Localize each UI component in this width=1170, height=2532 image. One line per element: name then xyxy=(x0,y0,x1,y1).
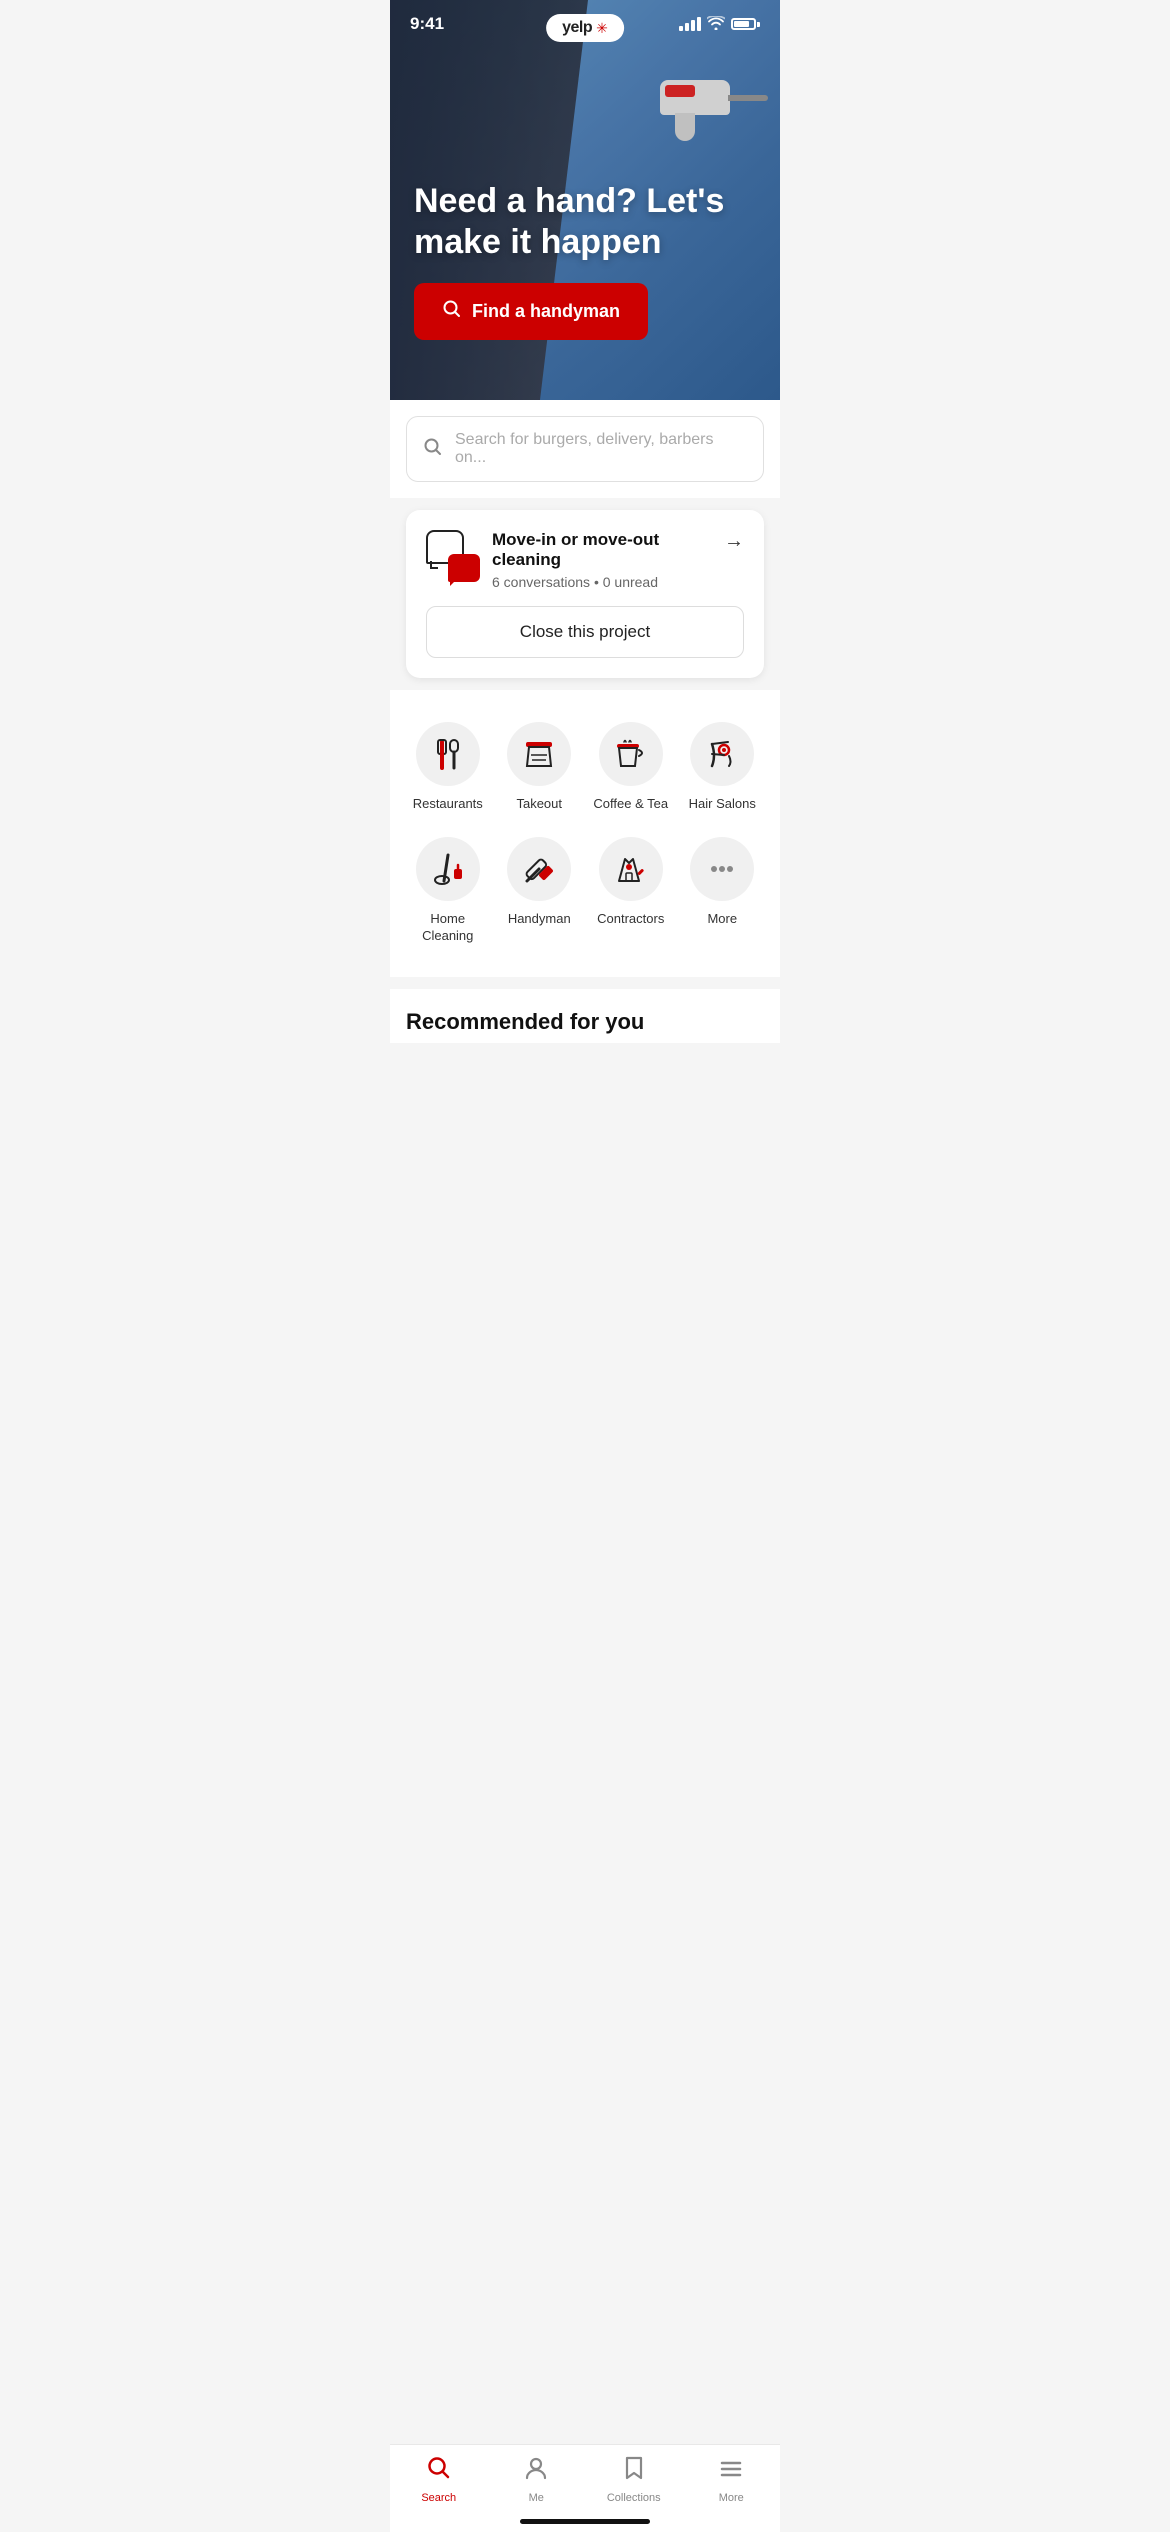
category-hair-salons[interactable]: Hair Salons xyxy=(681,714,765,821)
category-label-handyman: Handyman xyxy=(508,911,571,928)
yelp-star: ✳ xyxy=(596,20,608,37)
search-section: Search for burgers, delivery, barbers on… xyxy=(390,400,780,498)
nav-collections-label: Collections xyxy=(607,2492,661,2504)
nav-me[interactable]: Me xyxy=(488,2455,586,2504)
search-bar[interactable]: Search for burgers, delivery, barbers on… xyxy=(406,416,764,482)
category-coffee[interactable]: Coffee & Tea xyxy=(589,714,673,821)
category-more[interactable]: More xyxy=(681,829,765,953)
recommended-section: Recommended for you xyxy=(390,989,780,1043)
takeout-icon-wrap xyxy=(507,722,571,786)
yelp-text: yelp xyxy=(562,19,592,37)
recommended-title: Recommended for you xyxy=(406,1009,764,1035)
handyman-icon-wrap xyxy=(507,837,571,901)
search-icon xyxy=(442,299,462,324)
hair-icon-wrap xyxy=(690,722,754,786)
nav-me-label: Me xyxy=(529,2492,544,2504)
nav-more-label: More xyxy=(719,2492,744,2504)
project-meta: 6 conversations • 0 unread xyxy=(492,574,724,590)
yelp-logo: yelp ✳ xyxy=(546,14,624,42)
arrow-icon[interactable]: → xyxy=(724,530,744,553)
restaurant-icon-wrap xyxy=(416,722,480,786)
search-nav-icon xyxy=(426,2455,452,2488)
signal-icon xyxy=(679,17,701,31)
category-label-coffee: Coffee & Tea xyxy=(593,796,668,813)
category-label-hair: Hair Salons xyxy=(689,796,756,813)
coffee-icon-wrap xyxy=(599,722,663,786)
project-text: Move-in or move-out cleaning 6 conversat… xyxy=(492,530,724,590)
menu-nav-icon xyxy=(718,2455,744,2488)
project-header: Move-in or move-out cleaning 6 conversat… xyxy=(426,530,744,590)
category-takeout[interactable]: Takeout xyxy=(498,714,582,821)
status-bar: 9:41 yelp ✳ xyxy=(390,0,780,42)
category-restaurants[interactable]: Restaurants xyxy=(406,714,490,821)
close-project-button[interactable]: Close this project xyxy=(426,606,744,658)
status-time: 9:41 xyxy=(410,14,444,34)
category-handyman[interactable]: Handyman xyxy=(498,829,582,953)
nav-collections[interactable]: Collections xyxy=(585,2455,683,2504)
category-contractors[interactable]: Contractors xyxy=(589,829,673,953)
project-info: Move-in or move-out cleaning 6 conversat… xyxy=(426,530,724,590)
battery-icon xyxy=(731,18,760,30)
status-icons xyxy=(679,16,760,33)
home-indicator xyxy=(520,2519,650,2524)
hero-title: Need a hand? Let's make it happen xyxy=(414,181,756,263)
person-nav-icon xyxy=(523,2455,549,2488)
category-grid: Restaurants Takeout xyxy=(406,714,764,953)
wifi-icon xyxy=(707,16,725,33)
nav-search[interactable]: Search xyxy=(390,2455,488,2504)
chat-icon xyxy=(426,530,480,584)
contractors-icon-wrap xyxy=(599,837,663,901)
category-label-contractors: Contractors xyxy=(597,911,664,928)
bookmark-nav-icon xyxy=(621,2455,647,2488)
more-icon-wrap xyxy=(690,837,754,901)
category-label-restaurants: Restaurants xyxy=(413,796,483,813)
category-label-cleaning: Home Cleaning xyxy=(410,911,486,945)
nav-more[interactable]: More xyxy=(683,2455,781,2504)
hero-content: Need a hand? Let's make it happen Find a… xyxy=(414,181,756,340)
cleaning-icon-wrap xyxy=(416,837,480,901)
search-icon xyxy=(423,437,443,462)
category-label-takeout: Takeout xyxy=(516,796,562,813)
nav-search-label: Search xyxy=(421,2492,456,2504)
find-handyman-button[interactable]: Find a handyman xyxy=(414,283,648,340)
search-placeholder: Search for burgers, delivery, barbers on… xyxy=(455,431,747,467)
category-home-cleaning[interactable]: Home Cleaning xyxy=(406,829,490,953)
find-handyman-label: Find a handyman xyxy=(472,301,620,322)
project-card: Move-in or move-out cleaning 6 conversat… xyxy=(406,510,764,678)
category-label-more: More xyxy=(707,911,737,928)
project-title: Move-in or move-out cleaning xyxy=(492,530,724,570)
hero-section: 9:41 yelp ✳ xyxy=(390,0,780,400)
category-section: Restaurants Takeout xyxy=(390,690,780,977)
